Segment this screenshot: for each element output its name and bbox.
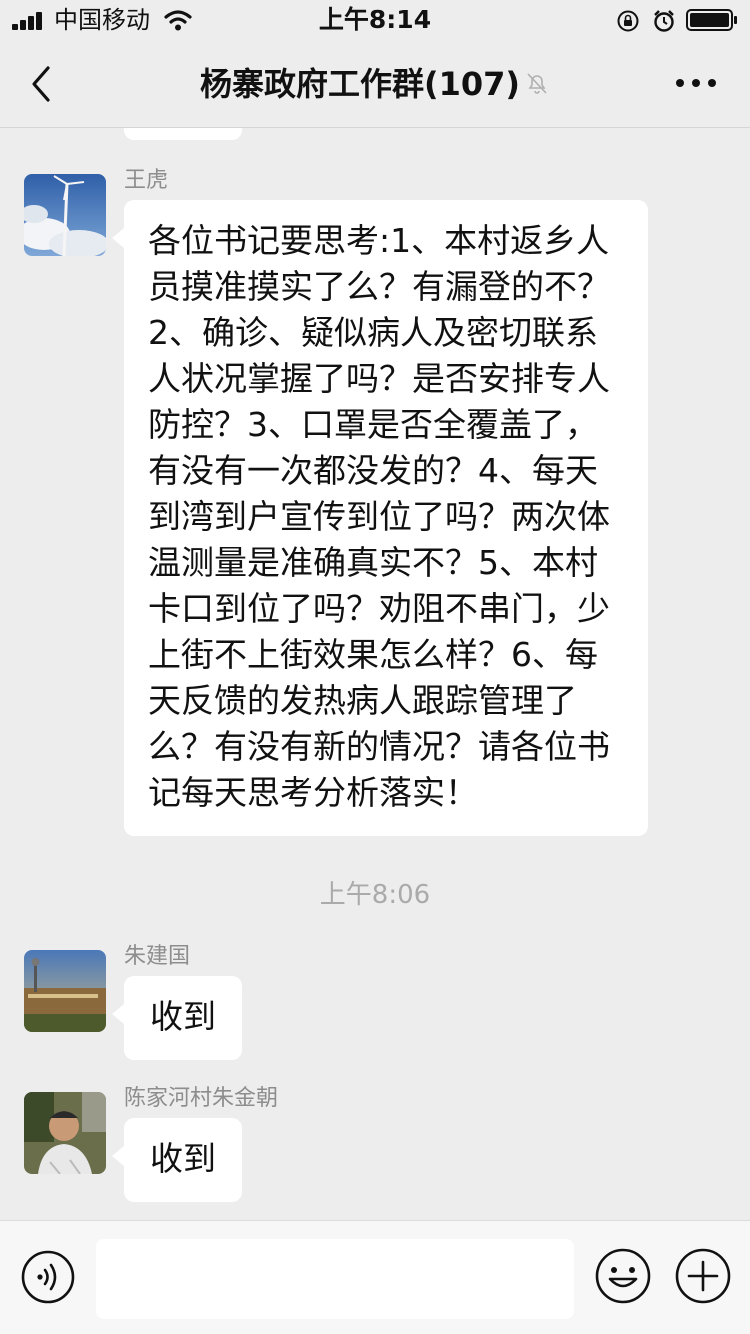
sender-name: 王虎 [124, 168, 169, 193]
chat-title: 杨寨政府工作群(107) [199, 65, 521, 103]
sender-name: 陈家河村朱金朝 [124, 1086, 279, 1111]
rotation-lock-icon [617, 10, 639, 32]
input-bar [0, 1220, 750, 1334]
message-bubble[interactable]: 各位书记要思考:1、本村返乡人员摸准摸实了么？有漏登的不？2、确诊、疑似病人及密… [112, 200, 648, 836]
time-stamp: 上午8:06 [319, 880, 431, 910]
chat-screen: 中国移动 上午8:14 杨寨政府工作群(107) 王虎 各位书记要思考:1、本村… [0, 0, 750, 1334]
mute-bell-icon [527, 73, 547, 94]
avatar[interactable] [24, 1092, 106, 1174]
plus-icon[interactable] [674, 1247, 732, 1305]
voice-icon[interactable] [20, 1249, 76, 1305]
message-input[interactable] [96, 1239, 574, 1319]
chat-title-row: 杨寨政府工作群(107) [0, 64, 750, 104]
emoji-icon[interactable] [594, 1247, 652, 1305]
sender-name: 朱建国 [124, 944, 191, 969]
alarm-icon [654, 10, 674, 32]
previous-message-bubble [124, 128, 242, 140]
message-bubble[interactable]: 收到 [112, 1118, 242, 1202]
status-bar: 中国移动 上午8:14 [0, 0, 750, 40]
message-bubble[interactable]: 收到 [112, 976, 242, 1060]
battery-icon [686, 9, 737, 31]
avatar[interactable] [24, 950, 106, 1032]
message-list[interactable]: 王虎 各位书记要思考:1、本村返乡人员摸准摸实了么？有漏登的不？2、确诊、疑似病… [0, 128, 750, 1220]
avatar[interactable] [24, 174, 106, 256]
more-icon[interactable] [676, 76, 716, 90]
nav-bar: 杨寨政府工作群(107) [0, 40, 750, 128]
